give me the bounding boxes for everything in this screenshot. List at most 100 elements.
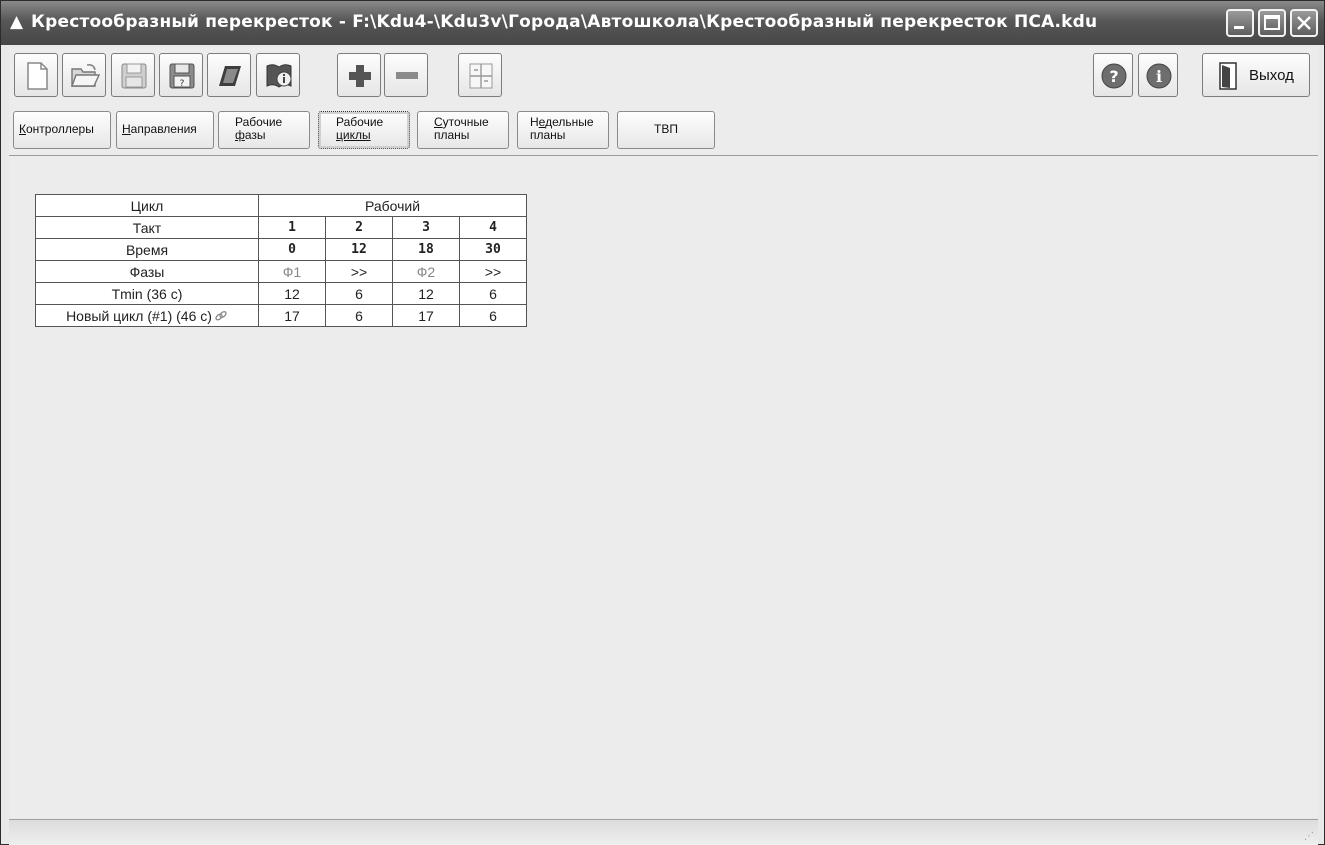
question-circle-icon: ? [1101,63,1127,89]
row-label: Tmin (36 c) [35,282,259,305]
open-folder-icon [71,64,101,87]
table-cell[interactable]: 0 [258,238,326,261]
table-row: Время 0 12 18 30 [35,238,527,261]
tab-bar: Контроллеры Направления Рабочие фазы Рабо… [9,107,1318,156]
save-button[interactable] [111,53,155,97]
table-cell[interactable]: 6 [459,304,527,327]
tab-directions[interactable]: Направления [116,111,214,149]
row-label: Фазы [35,260,259,283]
warning-triangle-icon: ▲ [10,12,24,32]
tab-daily-plans-accel: С [434,115,443,129]
table-cell[interactable]: 1 [258,216,326,239]
table-cell[interactable]: >> [459,260,527,283]
tab-work-cycles-line2: циклы [336,128,371,142]
tab-tvp-label: ТВП [654,122,678,136]
about-button[interactable]: i [1138,53,1178,97]
minus-icon [396,72,418,79]
table-row: Такт 1 2 3 4 [35,216,527,239]
exit-button[interactable]: Выход [1202,53,1310,97]
title-bar: ▲ Крестообразный перекресток - F:\Kdu4-\… [1,1,1324,45]
minimize-icon [1234,26,1244,29]
svg-text:?: ? [180,79,185,89]
table-cell[interactable]: >> [325,260,393,283]
floppy-save-as-icon: ? [169,63,195,89]
tab-weekly-plans[interactable]: Недельные планы [517,111,609,149]
remove-button[interactable] [384,53,428,97]
table-cell[interactable]: 17 [258,304,326,327]
table-cell[interactable]: Ф1 [258,260,326,283]
svg-text:?: ? [1109,67,1118,86]
table-cell[interactable]: 12 [258,282,326,305]
table-cell[interactable]: 12 [392,282,460,305]
resize-grip-icon[interactable]: ⋰ [1304,831,1314,842]
tab-weekly-plans-pre: Н [530,115,539,129]
table-cell[interactable]: 6 [325,304,393,327]
tab-controllers[interactable]: Контроллеры [13,111,111,149]
table-row: Новый цикл (#1) (46 с) 17 6 17 6 [35,304,527,327]
table-cell[interactable]: Ф2 [392,260,460,283]
tab-daily-plans-line2: планы [434,128,470,142]
app-window: ▲ Крестообразный перекресток - F:\Kdu4-\… [0,0,1325,845]
tab-work-phases-line2: азы [244,128,266,142]
table-cell[interactable]: 30 [459,238,527,261]
tab-work-phases[interactable]: Рабочие фазы [218,111,310,149]
tab-controllers-accel: К [19,122,26,136]
open-folder-button[interactable] [62,53,106,97]
table-cell[interactable]: 2 [325,216,393,239]
row-label: Новый цикл (#1) (46 с) [66,307,212,324]
new-document-icon [27,62,48,90]
erase-button[interactable] [207,53,251,97]
tab-controllers-label: онтроллеры [26,122,94,136]
exit-door-icon [1219,62,1237,90]
tab-work-cycles-line1: Рабочие [336,115,384,129]
table-cell[interactable]: 4 [459,216,527,239]
tab-work-phases-accel: ф [235,128,245,142]
main-content: Цикл Рабочий Такт 1 2 3 4 Время 0 12 18 … [9,156,1318,818]
new-document-button[interactable] [14,53,58,97]
table-row: Цикл Рабочий [35,194,527,217]
svg-text:i: i [1156,67,1162,86]
table-cell[interactable]: 12 [325,238,393,261]
layout-grid-icon [469,63,493,89]
cycle-header-value[interactable]: Рабочий [258,194,527,217]
table-cell[interactable]: 17 [392,304,460,327]
tab-directions-label: аправления [130,122,197,136]
eraser-icon [219,66,241,86]
maximize-button[interactable] [1258,9,1286,37]
tab-directions-accel: Н [122,122,131,136]
row-label: Время [35,238,259,261]
window-title: Крестообразный перекресток - F:\Kdu4-\Kd… [31,12,1098,32]
close-button[interactable] [1290,9,1318,37]
table-row: Tmin (36 c) 12 6 12 6 [35,282,527,305]
plus-icon [349,65,371,87]
save-as-button[interactable]: ? [159,53,203,97]
tab-weekly-plans-line2: планы [530,128,566,142]
maximize-icon [1264,15,1280,30]
close-icon [1297,16,1311,30]
table-cell[interactable]: 18 [392,238,460,261]
info-circle-icon: i [1146,63,1172,89]
cycle-table: Цикл Рабочий Такт 1 2 3 4 Время 0 12 18 … [35,194,527,327]
add-button[interactable] [337,53,381,97]
tab-work-cycles[interactable]: Рабочие циклы [318,111,410,149]
chain-link-icon[interactable] [214,310,228,322]
table-cell[interactable]: 3 [392,216,460,239]
layout-button[interactable] [458,53,502,97]
status-bar: ⋰ [9,819,1318,845]
tab-tvp[interactable]: ТВП [617,111,715,149]
tab-work-phases-line1: Рабочие [235,115,283,129]
minimize-button[interactable] [1226,9,1254,37]
tab-daily-plans[interactable]: Суточные планы [417,111,509,149]
book-info-icon [266,64,292,88]
tab-daily-plans-line1: уточные [442,115,489,129]
row-label-cell: Новый цикл (#1) (46 с) [35,304,259,327]
help-button[interactable]: ? [1093,53,1133,97]
tab-weekly-plans-line1: дельные [545,115,594,129]
table-cell[interactable]: 6 [459,282,527,305]
info-book-button[interactable] [256,53,300,97]
table-cell[interactable]: 6 [325,282,393,305]
row-label: Такт [35,216,259,239]
exit-label: Выход [1249,67,1294,84]
floppy-disk-icon [121,63,147,89]
toolbar: ? ? i Выход [9,47,1318,108]
